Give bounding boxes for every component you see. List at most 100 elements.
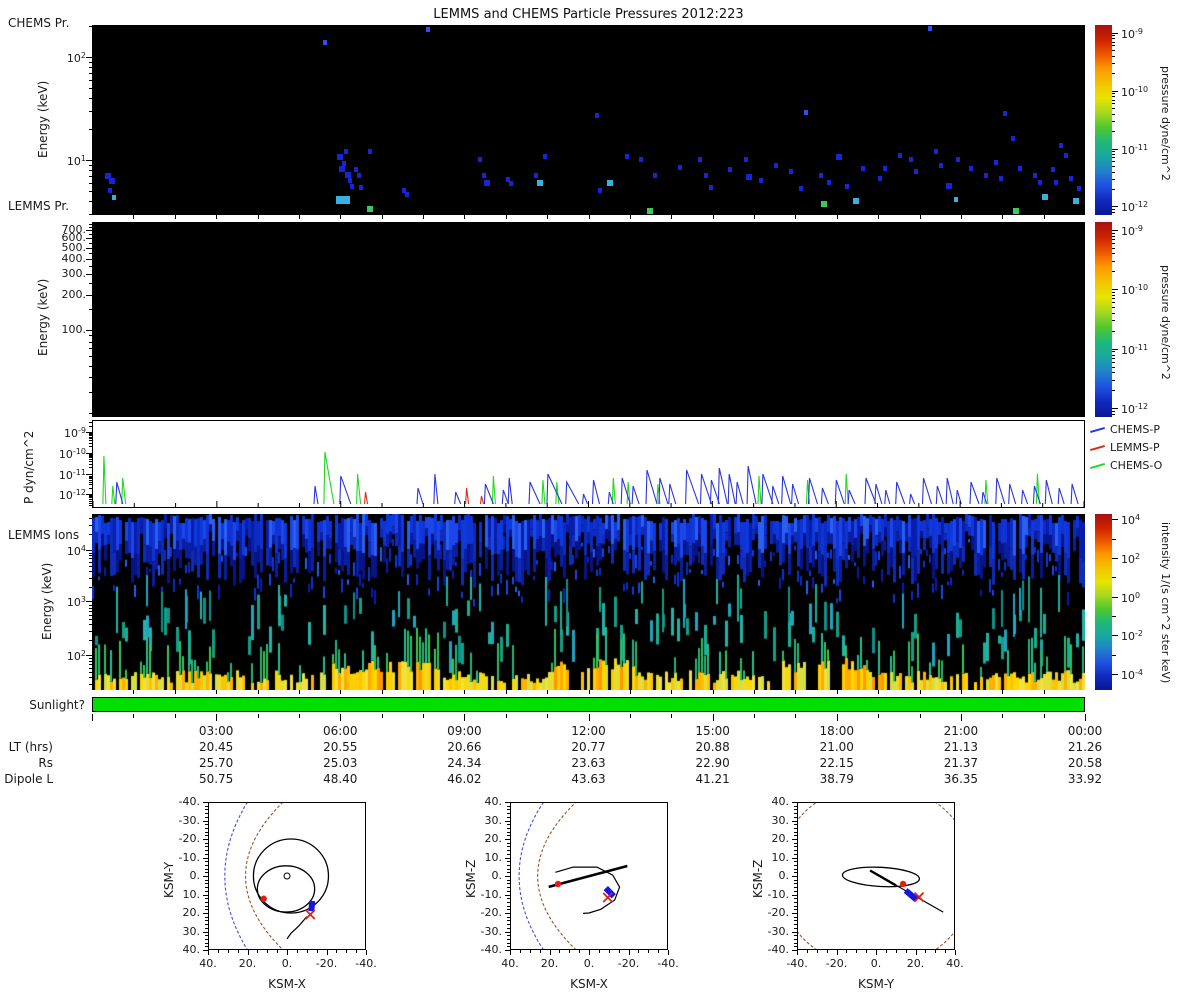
- orbit-y-major-tick: [203, 802, 208, 803]
- cb-minor-tick: [1112, 232, 1115, 234]
- orbit-y-minor-tick: [507, 920, 510, 922]
- cb-minor-tick: [1112, 253, 1115, 255]
- p2-tick-label: 400.: [61, 252, 87, 266]
- start-position-marker: [899, 880, 907, 888]
- p1-minor-tick: [89, 25, 92, 27]
- start-position-marker: [554, 880, 562, 888]
- cb-minor-tick: [1112, 307, 1115, 309]
- p3-minor-tick: [89, 498, 92, 500]
- chems-data-point: [1064, 152, 1069, 158]
- time-tick-label: 03:00: [198, 724, 234, 738]
- time-axis-tick: [216, 714, 218, 721]
- p4-minor-tick: [89, 630, 92, 632]
- chems-data-point: [852, 197, 859, 204]
- orbit-x-minor-tick: [306, 950, 308, 953]
- orbit-x-tick-label: -20.: [315, 957, 338, 970]
- p1-hour-tick: [505, 215, 507, 219]
- chems-data-point: [323, 40, 328, 46]
- time-row-value: 33.92: [1067, 772, 1103, 786]
- orbit-y-minor-tick: [794, 935, 797, 937]
- p4-hour-tick: [836, 690, 838, 694]
- p4-hour-tick: [795, 690, 797, 694]
- p4-minor-tick: [89, 558, 92, 560]
- cb-minor-tick: [1112, 50, 1115, 52]
- orbit-y-tick-label: -20.: [178, 832, 200, 845]
- orbit-x-minor-tick: [885, 950, 887, 953]
- orbit-y-minor-tick: [507, 809, 510, 811]
- cb-tick-label: 10-2: [1121, 629, 1143, 644]
- cb-minor-tick: [1112, 295, 1115, 297]
- orbit-y-minor-tick: [794, 846, 797, 848]
- chems-data-point: [509, 181, 514, 186]
- p2-minor-tick: [89, 253, 92, 254]
- orbit-y-tick-label: -30.: [178, 813, 200, 827]
- cb-minor-tick: [1112, 361, 1115, 363]
- orbit-x-minor-tick: [608, 950, 610, 953]
- orbit-x-tick-label: -40.: [657, 957, 679, 970]
- p4-hour-tick: [381, 690, 383, 694]
- chems-data-point: [818, 172, 823, 178]
- cb-minor-tick: [1112, 41, 1115, 43]
- orbit-y-tick-label: 10.: [771, 850, 790, 864]
- chems-data-point: [878, 175, 883, 181]
- chems-data-point: [708, 184, 713, 190]
- orbit-y-minor-tick: [507, 827, 510, 829]
- orbit-y-major-tick: [505, 839, 510, 840]
- p3-tick-label: 10-11: [58, 467, 86, 482]
- orbit-y-minor-tick: [794, 805, 797, 807]
- chems-data-point: [598, 187, 603, 193]
- orbit-x-minor-tick: [648, 950, 650, 953]
- cb-minor-tick: [1112, 298, 1115, 300]
- orbit-y-minor-tick: [507, 831, 510, 833]
- orbit-y-minor-tick: [205, 942, 208, 944]
- p1-hour-tick: [174, 215, 176, 219]
- orbit-y-minor-tick: [794, 927, 797, 929]
- p3-minor-tick: [89, 436, 92, 438]
- pressure-spike: [465, 487, 470, 505]
- orbit-y-tick-label: 10.: [182, 887, 201, 901]
- orbit-y-major-tick: [203, 857, 208, 859]
- orbit-x-minor-tick: [935, 950, 937, 953]
- pressure-spike: [339, 475, 352, 505]
- p4-minor-tick: [89, 571, 92, 573]
- time-row-value: 38.79: [819, 772, 854, 786]
- p4-hour-tick: [174, 690, 176, 694]
- chems-data-point: [484, 179, 491, 186]
- cb-major-tick: [1112, 90, 1118, 92]
- orbit-x-major-tick: [628, 950, 630, 955]
- p1-minor-tick: [89, 66, 92, 68]
- orbit-y-minor-tick: [794, 872, 797, 874]
- cb-minor-tick: [1112, 413, 1115, 415]
- cb-minor-tick: [1112, 330, 1115, 332]
- p2-minor-tick: [89, 365, 92, 367]
- time-row-value: 21.13: [943, 740, 979, 754]
- chems-data-point: [844, 184, 849, 190]
- p1-hour-tick: [464, 215, 466, 219]
- p1-minor-tick: [89, 190, 92, 192]
- cb-minor-tick: [1112, 351, 1115, 353]
- orbit-y-minor-tick: [205, 827, 208, 829]
- orbit-y-tick-label: 40.: [484, 795, 503, 808]
- pressure-spike: [102, 455, 107, 505]
- p3-minor-tick: [89, 446, 92, 448]
- orbit-x-minor-tick: [816, 950, 818, 953]
- pressure-spike: [323, 451, 335, 505]
- p4-minor-tick: [89, 640, 92, 642]
- pressure-spike: [909, 493, 916, 505]
- cb-tick-label: 10-9: [1121, 26, 1143, 41]
- pressure-spike: [1057, 487, 1065, 505]
- chems-data-point: [607, 179, 614, 186]
- time-axis-tick: [257, 714, 259, 718]
- chems-data-point: [803, 109, 808, 115]
- pressure-spike: [1021, 489, 1029, 505]
- time-axis-tick: [836, 714, 838, 721]
- orbit-y-minor-tick: [205, 816, 208, 818]
- cb-minor-tick: [1112, 354, 1115, 356]
- orbit-y-minor-tick: [794, 835, 797, 837]
- legend-item-chems-o: CHEMS-O: [1090, 459, 1162, 475]
- row-label-rs: Rs: [38, 756, 53, 770]
- orbit-y-minor-tick: [205, 872, 208, 874]
- p4-minor-tick: [89, 561, 92, 563]
- p3-minor-tick: [89, 502, 92, 504]
- p3-ylabel: P dyn/cm^2: [22, 430, 36, 504]
